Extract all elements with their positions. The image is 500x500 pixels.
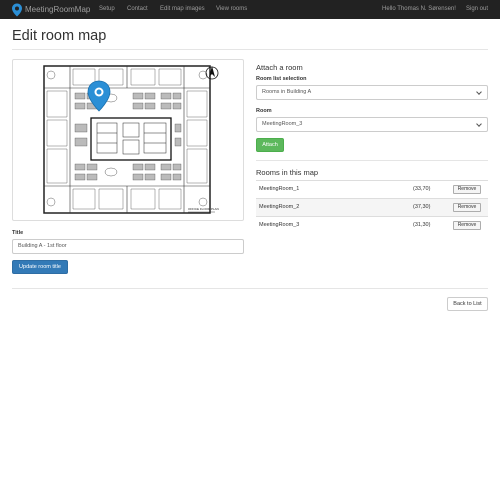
floor-plan-label: OFFICE FLOOR PLAN: [188, 207, 219, 211]
room-select[interactable]: MeetingRoom_3: [256, 117, 488, 132]
rooms-in-map-heading: Rooms in this map: [256, 168, 319, 177]
map-pin-icon: [12, 3, 22, 16]
room-name: MeetingRoom_3: [259, 222, 300, 228]
nav-greeting[interactable]: Hello Thomas N. Sørensen!: [382, 0, 456, 19]
remove-room-button[interactable]: Remove: [453, 221, 481, 230]
brand-link[interactable]: MeetingRoomMap: [11, 0, 90, 19]
title-label: Title: [12, 230, 24, 236]
room-select-value: MeetingRoom_3: [262, 121, 303, 127]
chevron-down-icon: [476, 89, 482, 95]
attach-button[interactable]: Attach: [256, 138, 284, 152]
update-room-title-button[interactable]: Update room title: [12, 260, 68, 274]
remove-room-button[interactable]: Remove: [453, 185, 481, 194]
nav-edit-map-images[interactable]: Edit map images: [160, 0, 205, 19]
page-title: Edit room map: [12, 28, 107, 44]
room-name: MeetingRoom_2: [259, 204, 300, 210]
room-coords: (33,70): [413, 186, 431, 192]
floor-plan-image[interactable]: OFFICE FLOOR PLAN: [13, 60, 243, 220]
room-coords: (31,30): [413, 222, 431, 228]
attach-room-heading: Attach a room: [256, 63, 303, 72]
title-divider: [12, 49, 488, 50]
remove-room-button[interactable]: Remove: [453, 203, 481, 212]
room-list-selection-label: Room list selection: [256, 76, 307, 82]
back-to-list-button[interactable]: Back to List: [447, 297, 488, 311]
room-label: Room: [256, 108, 272, 114]
nav-setup[interactable]: Setup: [99, 0, 115, 19]
title-input[interactable]: Building A - 1st floor: [12, 239, 244, 254]
room-name: MeetingRoom_1: [259, 186, 300, 192]
room-list-select-value: Rooms in Building A: [262, 89, 312, 95]
room-coords: (37,30): [413, 204, 431, 210]
room-list-select[interactable]: Rooms in Building A: [256, 85, 488, 100]
nav-contact[interactable]: Contact: [127, 0, 148, 19]
footer-divider: [12, 288, 488, 289]
chevron-down-icon: [476, 121, 482, 127]
attach-divider: [256, 160, 488, 161]
nav-view-rooms[interactable]: View rooms: [216, 0, 247, 19]
brand-text: MeetingRoomMap: [25, 5, 91, 14]
nav-sign-out[interactable]: Sign out: [466, 0, 488, 19]
top-navbar: MeetingRoomMap Setup Contact Edit map im…: [0, 0, 500, 19]
floor-plan-panel[interactable]: OFFICE FLOOR PLAN: [12, 59, 244, 221]
